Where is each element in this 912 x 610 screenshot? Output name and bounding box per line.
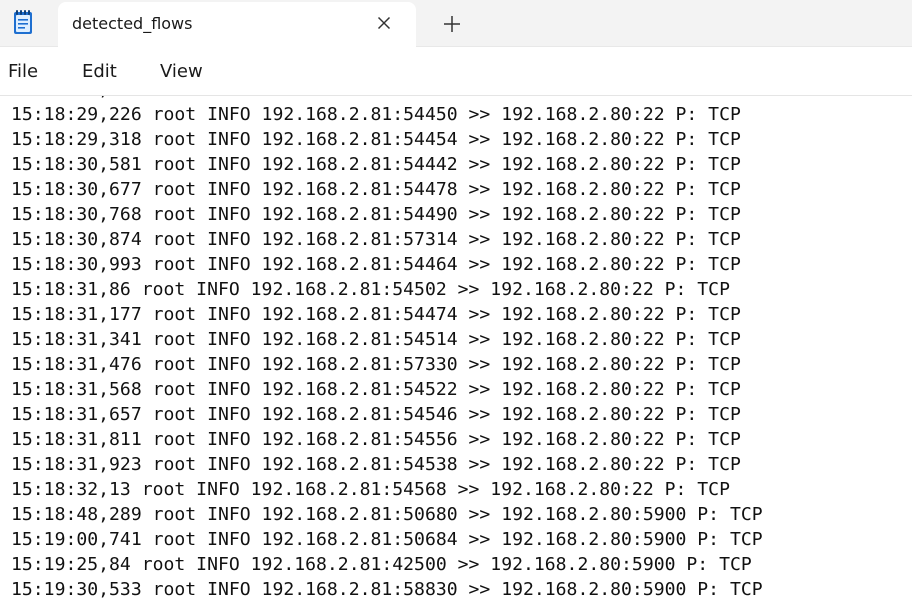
log-line: 15:18:31,476 root INFO 192.168.2.81:5733… — [11, 354, 741, 375]
document-text: 15:18:27,193 root INFO 192.168.2.81:5732… — [11, 96, 763, 602]
log-line: 15:18:31,177 root INFO 192.168.2.81:5447… — [11, 304, 741, 325]
document-tab[interactable]: detected_flows — [58, 2, 416, 47]
log-line: 15:18:31,568 root INFO 192.168.2.81:5452… — [11, 379, 741, 400]
tab-title: detected_flows — [72, 14, 193, 33]
close-icon[interactable] — [374, 13, 394, 33]
log-line: 15:18:30,768 root INFO 192.168.2.81:5449… — [11, 204, 741, 225]
log-line: 15:18:31,86 root INFO 192.168.2.81:54502… — [11, 279, 730, 300]
log-line: 15:18:30,874 root INFO 192.168.2.81:5731… — [11, 229, 741, 250]
title-bar: detected_flows — [0, 0, 912, 47]
menu-edit[interactable]: Edit — [82, 61, 117, 82]
log-line: 15:18:32,13 root INFO 192.168.2.81:54568… — [11, 479, 730, 500]
menu-view[interactable]: View — [160, 61, 203, 82]
log-line: 15:18:29,318 root INFO 192.168.2.81:5445… — [11, 129, 741, 150]
log-line: 15:19:25,84 root INFO 192.168.2.81:42500… — [11, 554, 752, 575]
notepad-icon — [12, 9, 34, 35]
log-line: 15:18:30,993 root INFO 192.168.2.81:5446… — [11, 254, 741, 275]
log-line: 15:19:30,533 root INFO 192.168.2.81:5883… — [11, 579, 763, 600]
log-line: 15:18:30,581 root INFO 192.168.2.81:5444… — [11, 154, 741, 175]
log-line: 15:18:31,923 root INFO 192.168.2.81:5453… — [11, 454, 741, 475]
plus-icon[interactable] — [440, 12, 464, 36]
log-line: 15:18:31,811 root INFO 192.168.2.81:5455… — [11, 429, 741, 450]
log-line: 15:18:29,226 root INFO 192.168.2.81:5445… — [11, 104, 741, 125]
log-line: 15:18:31,657 root INFO 192.168.2.81:5454… — [11, 404, 741, 425]
menu-file[interactable]: File — [8, 61, 38, 82]
log-line: 15:18:31,341 root INFO 192.168.2.81:5451… — [11, 329, 741, 350]
text-editor[interactable]: 15:18:27,193 root INFO 192.168.2.81:5732… — [0, 96, 912, 610]
log-line: 15:19:00,741 root INFO 192.168.2.81:5068… — [11, 529, 763, 550]
log-line: 15:18:48,289 root INFO 192.168.2.81:5068… — [11, 504, 763, 525]
menu-bar: File Edit View — [0, 47, 912, 96]
log-line: 15:18:30,677 root INFO 192.168.2.81:5447… — [11, 179, 741, 200]
